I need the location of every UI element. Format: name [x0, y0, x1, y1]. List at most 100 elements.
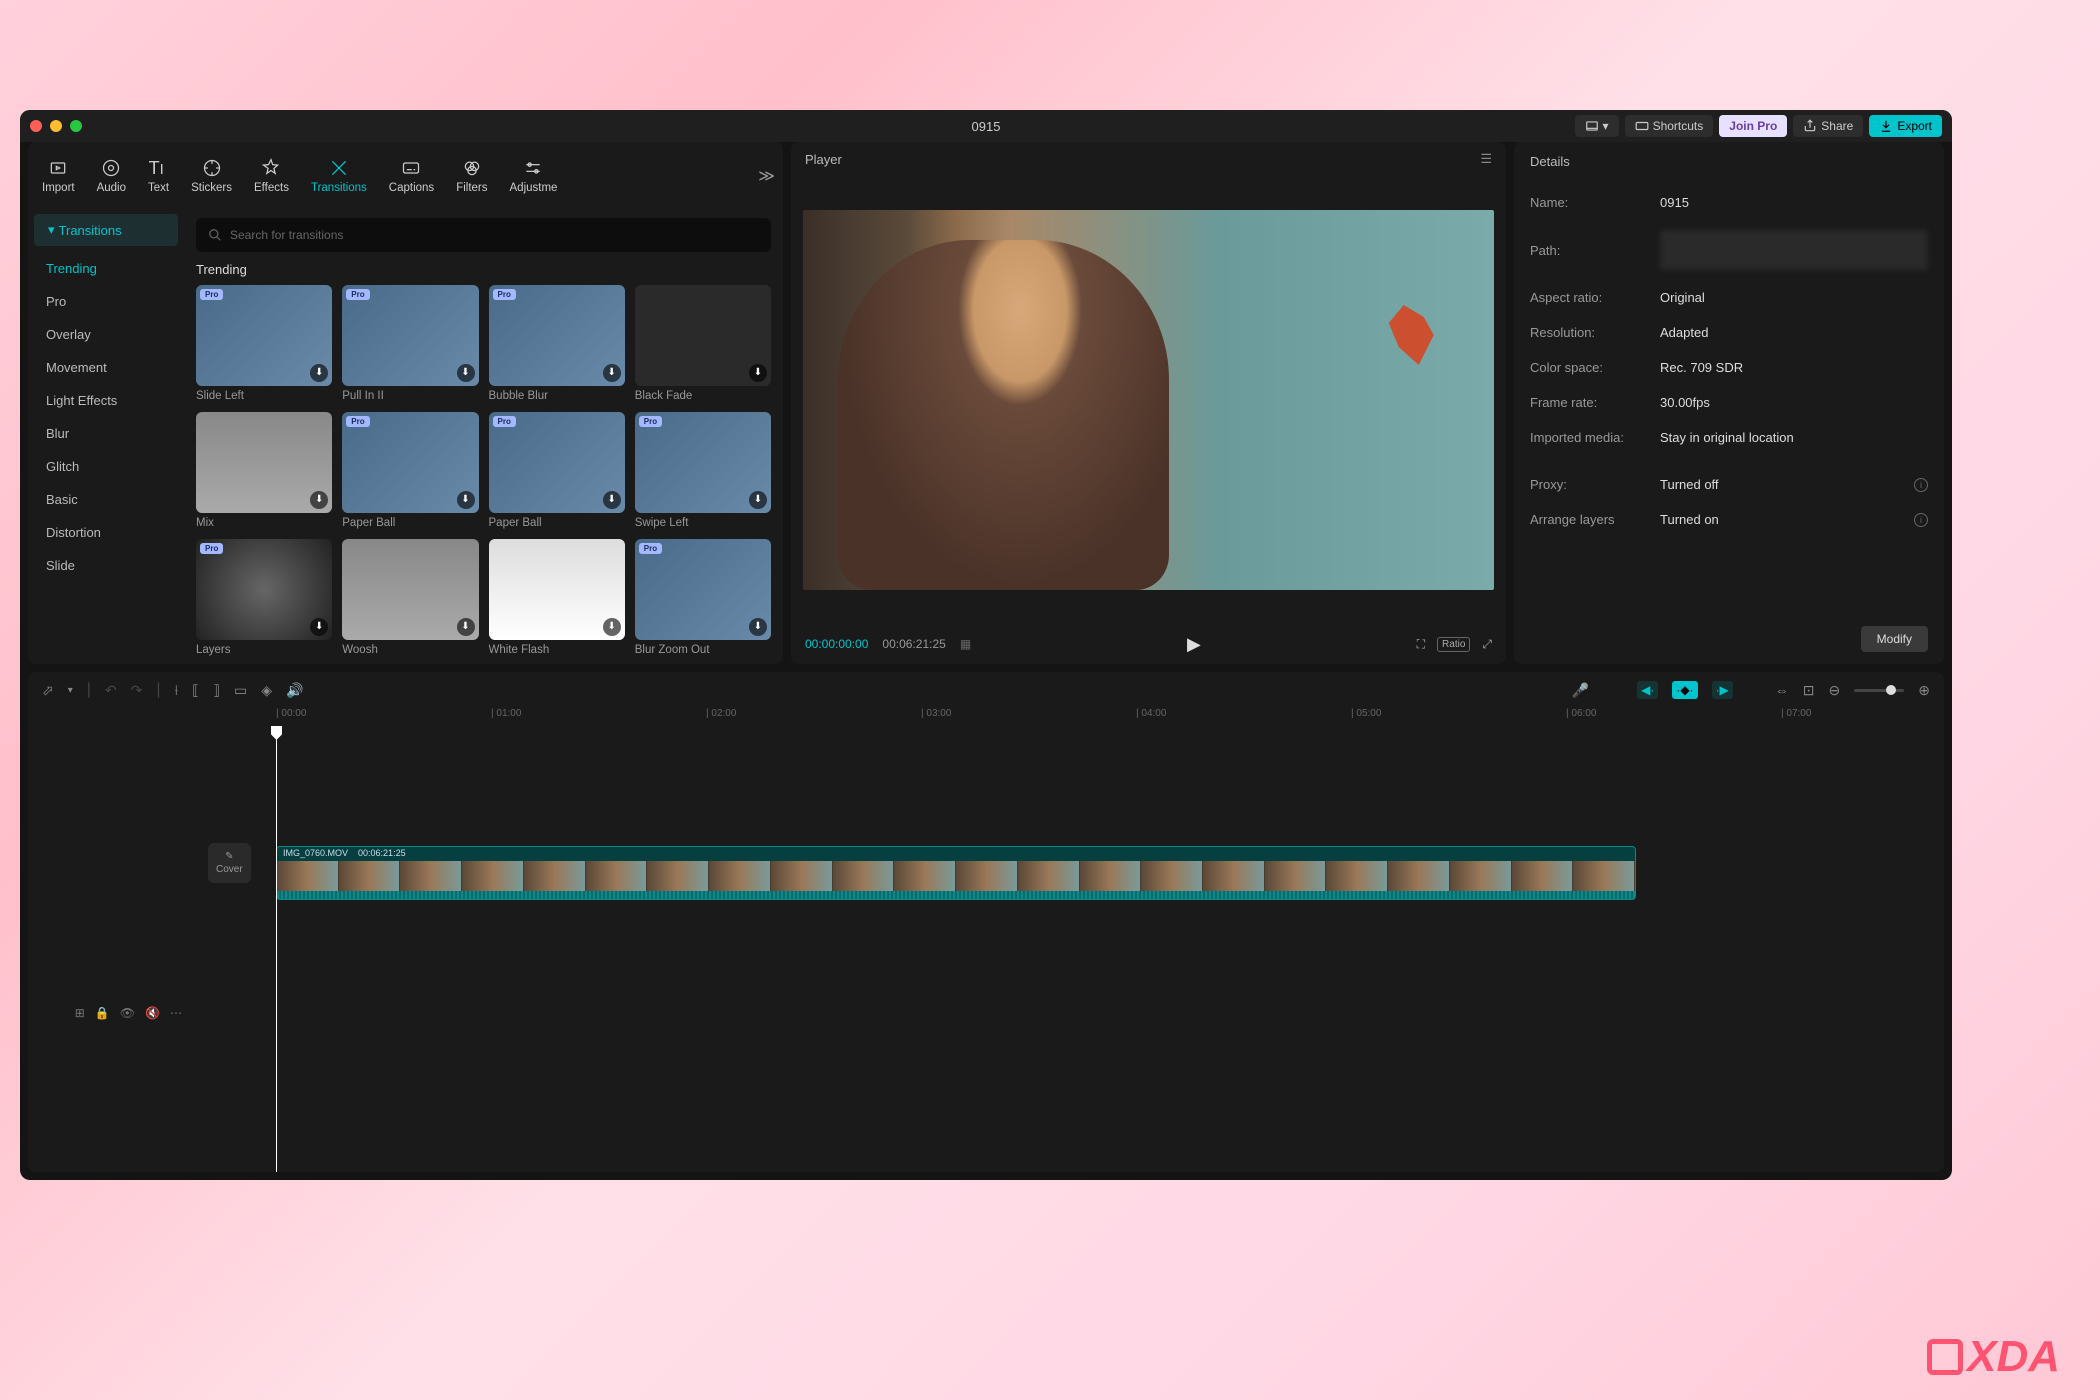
maximize-window-icon[interactable]	[70, 120, 82, 132]
delete-icon[interactable]: ▭	[234, 682, 247, 699]
download-icon[interactable]: ⬇	[457, 364, 475, 382]
modify-button[interactable]: Modify	[1861, 626, 1928, 652]
download-icon[interactable]: ⬇	[603, 364, 621, 382]
cover-button[interactable]: ✎ Cover	[208, 843, 251, 883]
marker-icon[interactable]: ◈	[261, 682, 272, 699]
voiceover-icon[interactable]: 🔊	[286, 682, 303, 699]
add-track-icon[interactable]: ⊞	[75, 1006, 85, 1020]
transition-card[interactable]: Pro⬇Swipe Left	[635, 412, 771, 529]
export-button[interactable]: Export	[1869, 115, 1942, 137]
sidebar-item-distortion[interactable]: Distortion	[28, 516, 184, 549]
ruler-mark: | 02:00	[706, 708, 736, 719]
tracks-area[interactable]: ⊞ 🔒 👁 🔇 ⋯ ✎ Cover IMG_0760.MOV 00:06:21:…	[28, 728, 1944, 1172]
sidebar-item-lighteffects[interactable]: Light Effects	[28, 384, 184, 417]
sidebar-item-glitch[interactable]: Glitch	[28, 450, 184, 483]
shortcuts-button[interactable]: Shortcuts	[1625, 115, 1714, 137]
sidebar-item-pro[interactable]: Pro	[28, 285, 184, 318]
download-icon[interactable]: ⬇	[310, 364, 328, 382]
window-controls	[30, 120, 82, 132]
zoom-out-icon[interactable]: ⊖	[1829, 682, 1841, 699]
info-icon[interactable]: i	[1914, 513, 1928, 527]
play-button[interactable]: ▶	[1187, 634, 1201, 655]
card-label: Mix	[196, 517, 332, 529]
list-view-icon[interactable]: ▦	[960, 637, 971, 651]
playhead[interactable]	[276, 728, 277, 1172]
transition-card[interactable]: ⬇ Woosh	[342, 539, 478, 656]
trim-left-icon[interactable]: ⟦	[192, 682, 199, 699]
time-ruler[interactable]: | 00:00| 01:00| 02:00| 03:00| 04:00| 05:…	[276, 708, 1944, 728]
fullscreen-icon[interactable]: ⤢	[1482, 637, 1492, 652]
clip-duration: 00:06:21:25	[358, 848, 406, 860]
tab-stickers[interactable]: Stickers	[191, 158, 232, 194]
transition-card[interactable]: ⬇ Mix	[196, 412, 332, 529]
close-window-icon[interactable]	[30, 120, 42, 132]
download-icon[interactable]: ⬇	[310, 618, 328, 636]
player-menu-icon[interactable]: ☰	[1480, 151, 1492, 167]
zoom-in-icon[interactable]: ⊕	[1918, 682, 1930, 699]
transition-card[interactable]: Pro⬇Layers	[196, 539, 332, 656]
trim-right-icon[interactable]: ⟧	[213, 682, 220, 699]
snap-right-icon[interactable]: ·▶	[1712, 681, 1733, 699]
snap-left-icon[interactable]: ◀·	[1637, 681, 1658, 699]
card-label: Woosh	[342, 644, 478, 656]
tab-effects[interactable]: Effects	[254, 158, 289, 194]
mic-icon[interactable]: 🎤	[1572, 682, 1589, 699]
download-icon[interactable]: ⬇	[603, 618, 621, 636]
layout-button[interactable]: ▾	[1575, 115, 1619, 137]
tab-import[interactable]: Import	[42, 158, 75, 194]
video-clip[interactable]: IMG_0760.MOV 00:06:21:25	[276, 846, 1636, 900]
ratio-button[interactable]: Ratio	[1437, 637, 1470, 652]
sidebar-item-overlay[interactable]: Overlay	[28, 318, 184, 351]
split-icon[interactable]: ⟊	[175, 682, 179, 699]
transition-card[interactable]: Pro⬇Paper Ball	[342, 412, 478, 529]
snap-center-icon[interactable]: ·◆·	[1672, 681, 1697, 699]
join-pro-button[interactable]: Join Pro	[1719, 115, 1787, 137]
info-icon[interactable]: i	[1914, 478, 1928, 492]
undo-icon[interactable]: ↶	[105, 682, 117, 699]
more-icon[interactable]: ⋯	[170, 1006, 182, 1020]
tab-audio[interactable]: Audio	[97, 158, 126, 194]
lock-icon[interactable]: 🔒	[95, 1006, 110, 1020]
zoom-slider[interactable]	[1854, 689, 1904, 692]
share-button[interactable]: Share	[1793, 115, 1863, 137]
download-icon[interactable]: ⬇	[749, 491, 767, 509]
sidebar-header[interactable]: ▾ Transitions	[34, 214, 178, 246]
tab-adjustment[interactable]: Adjustme	[510, 158, 558, 194]
video-preview[interactable]	[803, 210, 1494, 590]
tab-captions[interactable]: Captions	[389, 158, 434, 194]
transition-card[interactable]: Pro⬇Blur Zoom Out	[635, 539, 771, 656]
pointer-dropdown-icon[interactable]: ▾	[68, 685, 73, 696]
transition-card[interactable]: ⬇Black Fade	[635, 285, 771, 402]
sidebar-item-trending[interactable]: Trending	[28, 252, 184, 285]
player-panel: Player ☰ 00:00:00:00 00:06:21:25 ▦ ▶ ⛶ R…	[791, 142, 1506, 664]
sidebar-item-basic[interactable]: Basic	[28, 483, 184, 516]
redo-icon[interactable]: ↷	[131, 682, 143, 699]
download-icon[interactable]: ⬇	[603, 491, 621, 509]
pointer-tool-icon[interactable]: ⬀	[42, 682, 54, 699]
download-icon[interactable]: ⬇	[749, 618, 767, 636]
more-tabs-icon[interactable]: ≫	[758, 166, 775, 186]
transition-card[interactable]: ⬇White Flash	[489, 539, 625, 656]
download-icon[interactable]: ⬇	[310, 491, 328, 509]
transition-card[interactable]: Pro⬇Slide Left	[196, 285, 332, 402]
sidebar-item-blur[interactable]: Blur	[28, 417, 184, 450]
align-icon[interactable]: ⇔	[1775, 682, 1789, 698]
download-icon[interactable]: ⬇	[457, 491, 475, 509]
scan-icon[interactable]: ⛶	[1417, 637, 1425, 652]
layers-value: Turned on	[1660, 512, 1914, 527]
download-icon[interactable]: ⬇	[749, 364, 767, 382]
tab-filters[interactable]: Filters	[456, 158, 487, 194]
crop-icon[interactable]: ⊡	[1803, 682, 1815, 699]
minimize-window-icon[interactable]	[50, 120, 62, 132]
sidebar-item-slide[interactable]: Slide	[28, 549, 184, 582]
sidebar-item-movement[interactable]: Movement	[28, 351, 184, 384]
download-icon[interactable]: ⬇	[457, 618, 475, 636]
transition-card[interactable]: Pro⬇Pull In II	[342, 285, 478, 402]
search-input[interactable]: Search for transitions	[196, 218, 771, 252]
tab-text[interactable]: TIText	[148, 158, 169, 194]
tab-transitions[interactable]: Transitions	[311, 158, 367, 194]
mute-icon[interactable]: 🔇	[145, 1006, 160, 1020]
transition-card[interactable]: Pro⬇Paper Ball	[489, 412, 625, 529]
eye-icon[interactable]: 👁	[120, 1006, 135, 1020]
transition-card[interactable]: Pro⬇Bubble Blur	[489, 285, 625, 402]
